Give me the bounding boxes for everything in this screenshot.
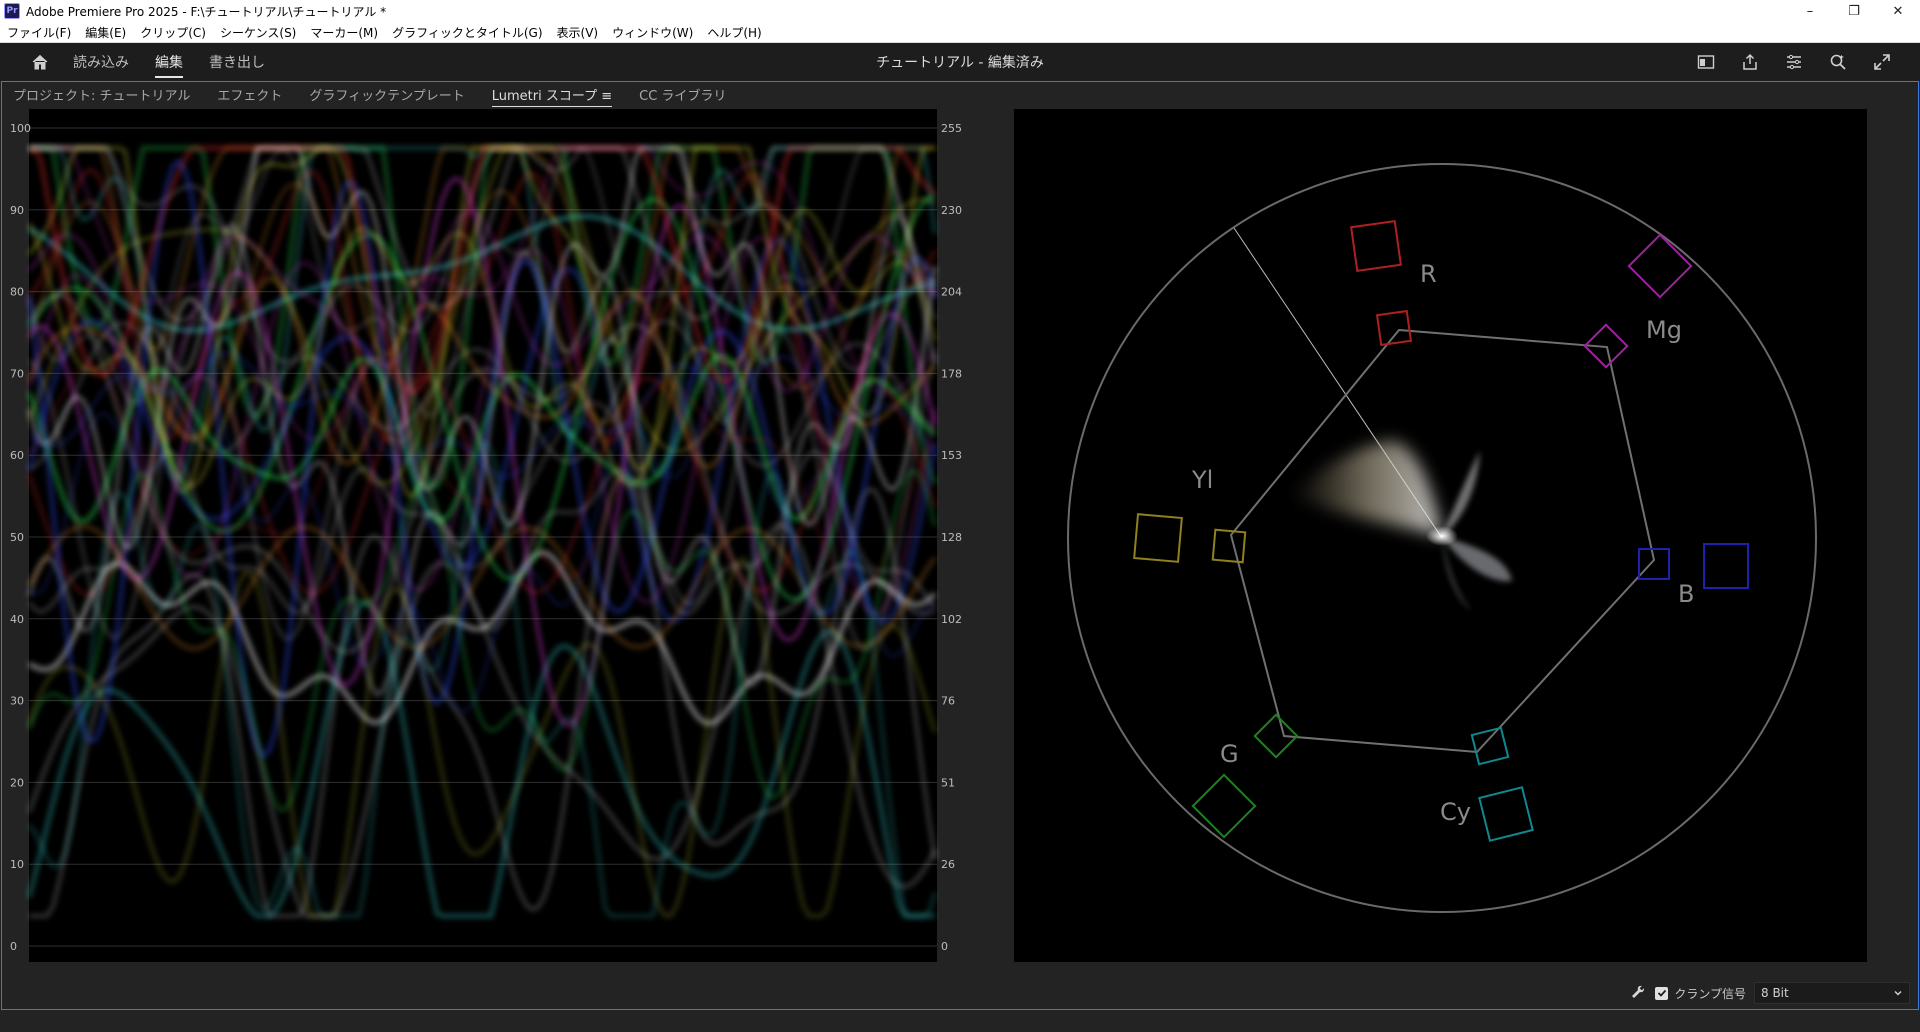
bit-depth-select[interactable]: 8 Bit — [1754, 982, 1910, 1004]
target-label-cy: Cy — [1440, 798, 1471, 826]
waveform-left-axis: 1009080706050403020100 — [10, 122, 31, 953]
waveform-left-tick-label: 90 — [10, 204, 24, 217]
panel-tab-bar: プロジェクト: チュートリアル エフェクト グラフィックテンプレート Lumet… — [2, 82, 1918, 107]
workspace-tab-import[interactable]: 読み込み — [73, 43, 129, 81]
premiere-app-icon: Pr — [4, 3, 20, 19]
bit-depth-value: 8 Bit — [1761, 986, 1789, 1000]
waveform-left-tick-label: 0 — [10, 940, 17, 953]
menu-edit[interactable]: 編集(E) — [78, 24, 133, 41]
waveform-left-tick-label: 40 — [10, 613, 24, 626]
waveform-left-tick-label: 80 — [10, 286, 24, 299]
fullscreen-icon[interactable] — [1860, 43, 1904, 81]
scopes-canvas: 1009080706050403020100 25523020417815312… — [10, 109, 1867, 962]
waveform-left-tick-label: 30 — [10, 695, 24, 708]
search-icon[interactable] — [1816, 43, 1860, 81]
tab-cc-libraries[interactable]: CC ライブラリ — [639, 85, 726, 104]
panel-layout-icon[interactable] — [1684, 43, 1728, 81]
document-title: チュートリアル - 編集済み — [876, 55, 1044, 71]
waveform-right-tick-label: 204 — [941, 286, 962, 299]
restore-button[interactable]: ❐ — [1832, 0, 1876, 22]
workspace-header: 読み込み 編集 書き出し チュートリアル - 編集済み — [0, 43, 1920, 81]
waveform-right-tick-label: 128 — [941, 531, 962, 544]
close-button[interactable]: ✕ — [1876, 0, 1920, 22]
waveform-left-tick-label: 20 — [10, 776, 24, 789]
chevron-down-icon — [1894, 990, 1902, 996]
target-label-g: G — [1220, 740, 1239, 768]
menu-view[interactable]: 表示(V) — [550, 24, 606, 41]
waveform-right-tick-label: 153 — [941, 449, 962, 462]
lumetri-scopes-panel: プロジェクト: チュートリアル エフェクト グラフィックテンプレート Lumet… — [1, 81, 1919, 1010]
waveform-right-tick-label: 0 — [941, 940, 948, 953]
share-icon[interactable] — [1728, 43, 1772, 81]
home-icon[interactable] — [20, 43, 60, 81]
target-label-mg: Mg — [1646, 316, 1682, 344]
window-title: Adobe Premiere Pro 2025 - F:\チュートリアル\チュー… — [26, 4, 387, 19]
clamp-signal-checkbox[interactable] — [1655, 986, 1669, 1000]
waveform-right-tick-label: 76 — [941, 695, 955, 708]
waveform-right-tick-label: 102 — [941, 613, 962, 626]
target-label-b: B — [1678, 580, 1694, 608]
workspace-tab-edit[interactable]: 編集 — [155, 43, 183, 81]
waveform-right-tick-label: 26 — [941, 858, 955, 871]
menu-window[interactable]: ウィンドウ(W) — [605, 24, 700, 41]
wrench-icon[interactable] — [1631, 985, 1645, 1002]
menu-clip[interactable]: クリップ(C) — [133, 24, 213, 41]
menu-help[interactable]: ヘルプ(H) — [700, 24, 768, 41]
workspace-tab-export[interactable]: 書き出し — [209, 43, 265, 81]
waveform-scope: 1009080706050403020100 25523020417815312… — [10, 109, 962, 962]
menu-bar: ファイル(F) 編集(E) クリップ(C) シーケンス(S) マーカー(M) グ… — [0, 22, 1920, 43]
waveform-right-axis: 255 230 204 178 153 128 102 76 51 26 0 — [941, 122, 962, 953]
waveform-left-tick-label: 10 — [10, 858, 24, 871]
waveform-left-tick-label: 60 — [10, 449, 24, 462]
title-bar: Pr Adobe Premiere Pro 2025 - F:\チュートリアル\… — [0, 0, 1920, 22]
tab-lumetri-scopes[interactable]: Lumetri スコープ ≡ — [491, 85, 613, 107]
target-label-yl: Yl — [1191, 466, 1213, 494]
workspace-menu-icon[interactable] — [1772, 43, 1816, 81]
minimize-button[interactable]: – — [1788, 0, 1832, 22]
menu-graphics[interactable]: グラフィックとタイトル(G) — [385, 24, 549, 41]
waveform-right-tick-label: 51 — [941, 776, 955, 789]
waveform-right-tick-label: 178 — [941, 367, 962, 380]
menu-sequence[interactable]: シーケンス(S) — [213, 24, 303, 41]
waveform-left-tick-label: 100 — [10, 122, 31, 135]
tab-project[interactable]: プロジェクト: チュートリアル — [13, 85, 190, 104]
clamp-signal-label: クランプ信号 — [1674, 986, 1746, 1001]
menu-file[interactable]: ファイル(F) — [0, 24, 78, 41]
scope-footer: クランプ信号 8 Bit — [1631, 981, 1910, 1005]
waveform-left-tick-label: 50 — [10, 531, 24, 544]
tab-graphics-templates[interactable]: グラフィックテンプレート — [309, 85, 464, 104]
menu-marker[interactable]: マーカー(M) — [303, 24, 385, 41]
tab-effects[interactable]: エフェクト — [217, 85, 282, 104]
vectorscope: R Mg B Cy G Yl — [1014, 109, 1867, 962]
status-bar — [0, 1010, 1920, 1032]
waveform-right-tick-label: 230 — [941, 204, 962, 217]
waveform-right-tick-label: 255 — [941, 122, 962, 135]
waveform-left-tick-label: 70 — [10, 367, 24, 380]
target-label-r: R — [1420, 260, 1437, 288]
